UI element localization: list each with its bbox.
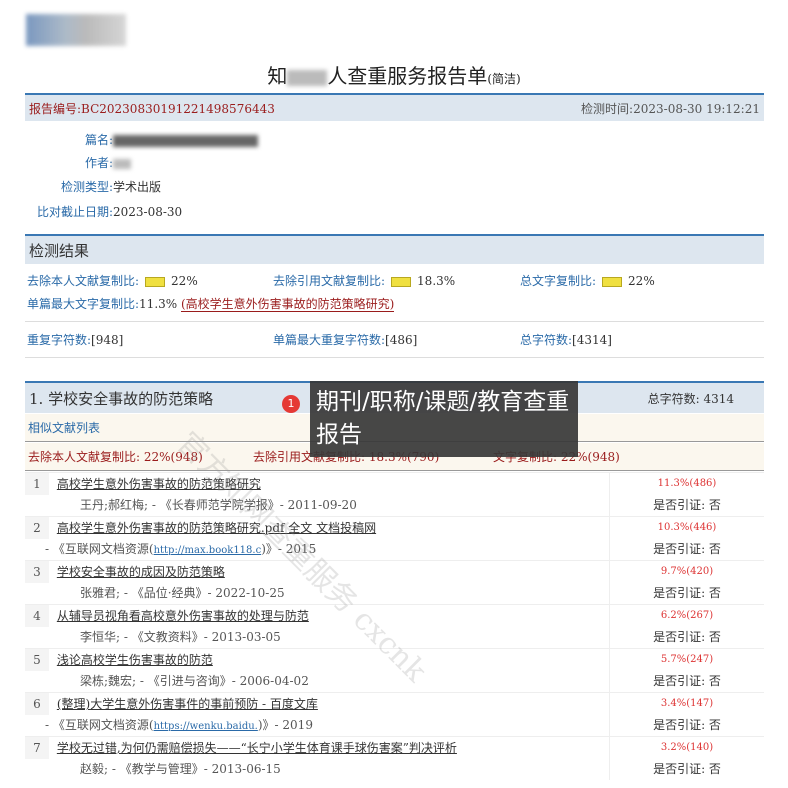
maxdup-count: [486] [385, 333, 418, 347]
self-ratio: 22% [171, 274, 198, 288]
item-title[interactable]: 学校安全事故的成因及防范策略 [57, 565, 225, 579]
quote-ratio-label: 去除引用文献复制比: [273, 274, 386, 288]
divider [25, 357, 764, 358]
page-title: 知 人查重服务报告单(简洁) [0, 60, 788, 89]
item-ratio: 9.7%(420) [609, 561, 764, 583]
source-link[interactable]: https://wenku.baidu. [154, 721, 258, 732]
list-item: 7 学校无过错,为何仍需赔偿损失——“长宁小学生体育课手球伤害案”判决评析 3.… [25, 736, 764, 759]
item-title[interactable]: 高校学生意外伤害事故的防范策略研究.pdf 全文 文档投稿网 [57, 521, 376, 535]
list-item: 2 高校学生意外伤害事故的防范策略研究.pdf 全文 文档投稿网 10.3%(4… [25, 516, 764, 539]
source-link[interactable]: http://max.book118.c [154, 545, 262, 556]
item-citation: 是否引证: 否 [609, 758, 764, 780]
item-title[interactable]: 学校无过错,为何仍需赔偿损失——“长宁小学生体育课手球伤害案”判决评析 [57, 741, 457, 755]
cutoff-date: 2023-08-30 [113, 205, 183, 219]
chars-count: [4314] [572, 333, 612, 347]
item-ratio: 5.7%(247) [609, 649, 764, 671]
item-number: 6 [25, 693, 49, 715]
report-time: 2023-08-30 19:12:21 [633, 102, 760, 116]
type-label: 检测类型: [60, 180, 113, 194]
title-suffix: 人查重服务报告单 [327, 64, 488, 88]
item-meta-tail: )》- 2015 [261, 542, 317, 556]
max-ratio-label: 单篇最大文字复制比: [27, 297, 140, 311]
section-title: 1. 学校安全事故的防范策略 [29, 390, 214, 408]
list-item: 4 从辅导员视角看高校意外伤害事故的处理与防范 6.2%(267) [25, 604, 764, 627]
item-citation: 是否引证: 否 [609, 670, 764, 692]
self-ratio-label: 去除本人文献复制比: [27, 274, 140, 288]
item-meta: - 《互联网文档资源( [45, 542, 154, 556]
item-number: 4 [25, 605, 49, 627]
results-header: 检测结果 [25, 234, 764, 264]
report-id: BC20230830191221498576443 [81, 102, 275, 116]
quote-ratio: 18.3% [417, 274, 456, 288]
item-ratio: 10.3%(446) [609, 517, 764, 539]
time-label: 检测时间: [581, 102, 634, 116]
max-ratio: 11.3% [139, 297, 178, 311]
item-citation: 是否引证: 否 [609, 494, 764, 516]
list-item-meta: 张雅君; - 《品位·经典》- 2022-10-25 是否引证: 否 [25, 582, 764, 604]
detection-type: 学术出版 [113, 180, 162, 194]
title-label: 篇名: [84, 133, 113, 147]
item-citation: 是否引证: 否 [609, 538, 764, 560]
item-number: 3 [25, 561, 49, 583]
report-id-label: 报告编号: [29, 102, 82, 116]
list-item: 5 浅论高校学生伤害事故的防范 5.7%(247) [25, 648, 764, 671]
chars-label: 总字符数: [520, 333, 573, 347]
item-meta-tail: )》- 2019 [257, 718, 313, 732]
item-number: 7 [25, 737, 49, 759]
item-number: 5 [25, 649, 49, 671]
item-citation: 是否引证: 否 [609, 626, 764, 648]
item-ratio: 3.4%(147) [609, 693, 764, 715]
section-self-ratio: 去除本人文献复制比: 22%(948) [28, 450, 203, 464]
total-ratio: 22% [628, 274, 655, 288]
blurred-paper-title [113, 134, 258, 147]
item-meta: 赵毅; - 《教学与管理》- 2013-06-15 [80, 762, 281, 776]
maxdup-label: 单篇最大重复字符数: [273, 333, 386, 347]
item-meta: 张雅君; - 《品位·经典》- 2022-10-25 [80, 586, 285, 600]
divider [25, 321, 764, 322]
list-item-meta: 李恒华; - 《文教资料》- 2013-03-05 是否引证: 否 [25, 626, 764, 648]
blurred-author [113, 158, 131, 169]
list-item-meta: 梁栋;魏宏; - 《引进与咨询》- 2006-04-02 是否引证: 否 [25, 670, 764, 692]
item-citation: 是否引证: 否 [609, 582, 764, 604]
item-title[interactable]: 高校学生意外伤害事故的防范策略研究 [57, 477, 261, 491]
list-item: 3 学校安全事故的成因及防范策略 9.7%(420) [25, 560, 764, 583]
logo [26, 14, 126, 46]
list-item: 6 (整理)大学生意外伤害事件的事前预防 - 百度文库 3.4%(147) [25, 692, 764, 715]
list-item-meta: - 《互联网文档资源(http://max.book118.c)》- 2015 … [25, 538, 764, 560]
item-meta: 王丹;郝红梅; - 《长春师范学院学报》- 2011-09-20 [80, 498, 357, 512]
item-number: 2 [25, 517, 49, 539]
promo-overlay[interactable]: 期刊/职称/课题/教育查重报告 [310, 381, 578, 457]
item-title[interactable]: 从辅导员视角看高校意外伤害事故的处理与防范 [57, 609, 309, 623]
item-meta: 李恒华; - 《文教资料》- 2013-03-05 [80, 630, 281, 644]
title-prefix: 知 [267, 64, 288, 88]
ratio-swatch [602, 276, 623, 287]
title-note: (简洁) [487, 72, 521, 86]
item-meta: - 《互联网文档资源( [45, 718, 154, 732]
list-item-meta: 赵毅; - 《教学与管理》- 2013-06-15 是否引证: 否 [25, 758, 764, 780]
dup-label: 重复字符数: [27, 333, 92, 347]
item-title[interactable]: 浅论高校学生伤害事故的防范 [57, 653, 213, 667]
item-ratio: 6.2%(267) [609, 605, 764, 627]
item-number: 1 [25, 473, 49, 495]
item-title[interactable]: (整理)大学生意外伤害事件的事前预防 - 百度文库 [57, 697, 318, 711]
total-ratio-label: 总文字复制比: [520, 274, 597, 288]
max-ratio-doc[interactable]: (高校学生意外伤害事故的防范策略研究) [181, 297, 395, 312]
dup-count: [948] [91, 333, 124, 347]
list-item-meta: 王丹;郝红梅; - 《长春师范学院学报》- 2011-09-20 是否引证: 否 [25, 494, 764, 516]
notification-badge[interactable]: 1 [282, 395, 300, 413]
similar-list-label[interactable]: 相似文献列表 [28, 421, 100, 435]
blurred-text [287, 69, 328, 86]
list-item-meta: - 《互联网文档资源(https://wenku.baidu.)》- 2019 … [25, 714, 764, 736]
item-meta: 梁栋;魏宏; - 《引进与咨询》- 2006-04-02 [80, 674, 309, 688]
author-label: 作者: [84, 156, 113, 170]
ratio-swatch [145, 276, 166, 287]
list-item: 1 高校学生意外伤害事故的防范策略研究 11.3%(486) [25, 472, 764, 495]
ratio-swatch [391, 276, 412, 287]
item-citation: 是否引证: 否 [609, 714, 764, 736]
section-chars: 总字符数: 4314 [647, 392, 734, 406]
item-ratio: 3.2%(140) [609, 737, 764, 759]
item-ratio: 11.3%(486) [609, 473, 764, 495]
report-header: 报告编号:BC20230830191221498576443 检测时间:2023… [25, 93, 764, 121]
date-label: 比对截止日期: [36, 205, 113, 219]
